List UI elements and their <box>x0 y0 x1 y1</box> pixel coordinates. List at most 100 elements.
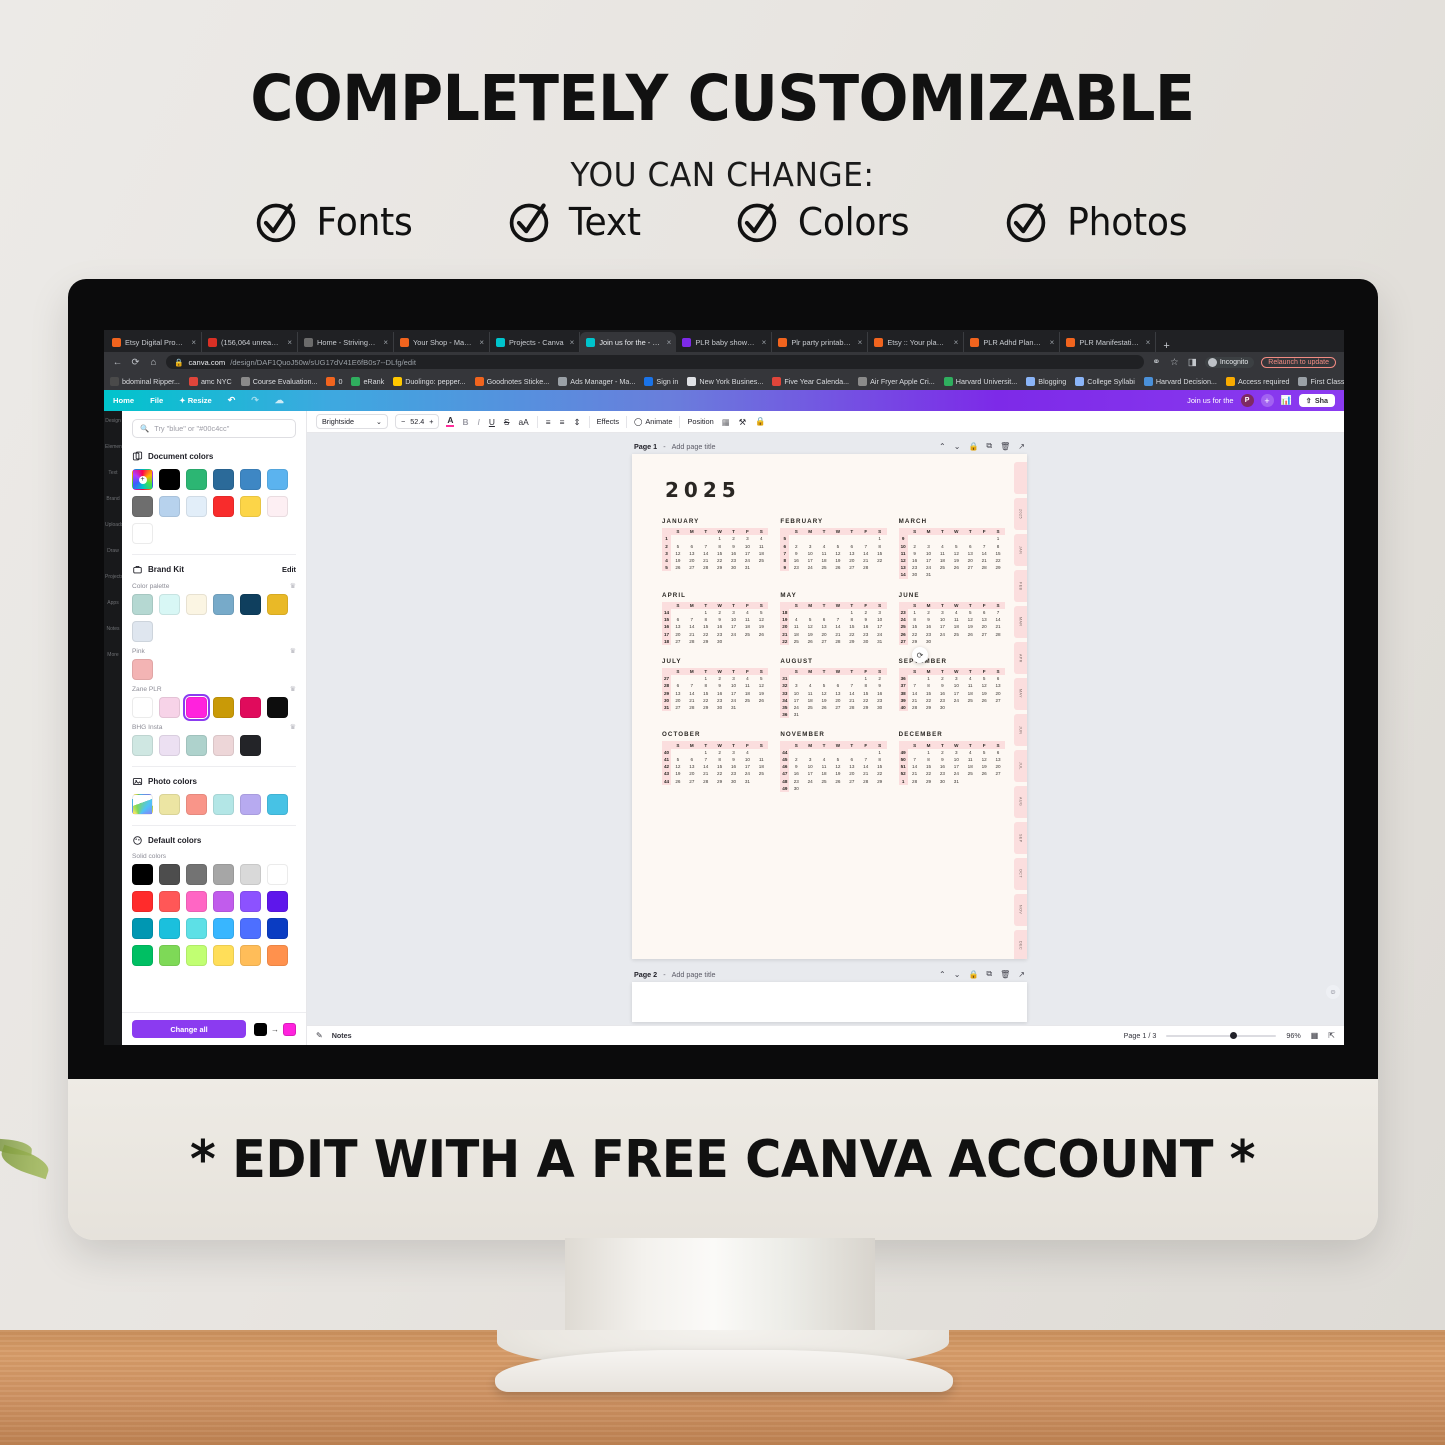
default-color-swatch[interactable] <box>267 945 288 966</box>
relaunch-update-button[interactable]: Relaunch to update <box>1261 356 1336 368</box>
bold-button[interactable]: B <box>461 417 469 427</box>
chevron-up-icon[interactable]: ⌃ <box>939 970 946 979</box>
brand-color-swatch[interactable] <box>267 594 288 615</box>
calendar-side-tabs[interactable]: 2025 JAN FEB MAR APR MAY JUN JUL AUG SEP OCT NOV DEC <box>1014 462 1027 959</box>
new-tab-button[interactable]: + <box>1156 340 1176 352</box>
bookmark-item[interactable]: First Class PLR M... <box>1298 376 1344 386</box>
photo-colors-swatches[interactable] <box>132 794 296 815</box>
italic-button[interactable]: I <box>477 417 481 427</box>
underline-button[interactable]: U <box>488 417 496 427</box>
align-icon[interactable]: ≡ <box>545 417 552 427</box>
expand-icon[interactable]: ↗ <box>1018 442 1025 451</box>
brand-color-swatch[interactable] <box>159 697 180 718</box>
browser-tab[interactable]: Your Shop - Manage Listing × <box>394 332 490 352</box>
photo-color-swatch[interactable] <box>213 794 234 815</box>
design-page-1[interactable]: 2025 JANUARY S M T W T F S 1 1 2 3 4 2 5 6 7 8 9 10 11 3 12 13 1… <box>632 454 1027 959</box>
bookmark-item[interactable]: Air Fryer Apple Cri... <box>858 376 935 386</box>
close-icon[interactable]: × <box>287 338 292 347</box>
canva-left-rail[interactable]: DesignElementsTextBrandUploads DrawProje… <box>104 411 122 1045</box>
calendar-side-tab[interactable]: NOV <box>1014 894 1027 926</box>
search-input[interactable]: 🔍 Try "blue" or "#00c4cc" <box>132 419 296 438</box>
default-color-swatch[interactable] <box>186 918 207 939</box>
browser-tab[interactable]: Home - Striving Potato × <box>298 332 394 352</box>
grid-view-icon[interactable]: ▦ <box>1311 1031 1319 1040</box>
lock-icon[interactable]: 🔒 <box>754 416 766 427</box>
browser-tab[interactable]: PLR Adhd Planner Editable × <box>964 332 1061 352</box>
brand-color-swatch[interactable] <box>132 659 153 680</box>
share-button[interactable]: ⇧ Sha <box>1298 394 1335 407</box>
close-icon[interactable]: × <box>858 338 863 347</box>
close-icon[interactable]: × <box>479 338 484 347</box>
browser-tab[interactable]: Etsy :: Your place to buy an × <box>868 332 965 352</box>
brand-color-swatch[interactable] <box>240 697 261 718</box>
brand-color-swatch[interactable] <box>213 697 234 718</box>
document-color-swatch[interactable] <box>213 469 234 490</box>
undo-icon[interactable]: ↶ <box>228 395 236 406</box>
delete-icon[interactable]: 🗑 <box>1000 970 1010 979</box>
brand-group-swatches[interactable] <box>132 735 296 756</box>
calendar-side-tab[interactable]: DEC <box>1014 930 1027 959</box>
brand-group-swatches[interactable] <box>132 694 296 721</box>
calendar-month[interactable]: APRIL S M T W T F S 14 1 2 3 4 5 15 6 7 8 9 10 11 12 16 13 14 15 1… <box>662 592 769 645</box>
transparency-icon[interactable]: ▦ <box>721 417 731 427</box>
default-color-swatch[interactable] <box>159 864 180 885</box>
default-color-swatch[interactable] <box>267 918 288 939</box>
calendar-side-tab[interactable]: OCT <box>1014 858 1027 890</box>
bookmark-item[interactable]: Duolingo: pepper... <box>393 376 466 386</box>
calendar-month[interactable]: MARCH S M T W T F S 9 1 10 2 3 4 5 6 7 8 11 9 10 11 12 13 14 15 12… <box>898 518 1005 579</box>
line-spacing-icon[interactable]: ⇕ <box>573 417 582 427</box>
close-icon[interactable]: × <box>570 338 575 347</box>
brand-color-swatch[interactable] <box>267 697 288 718</box>
font-size-stepper[interactable]: − 52.4 + <box>395 414 440 429</box>
insights-icon[interactable]: 📊 <box>1281 395 1292 406</box>
calendar-month[interactable]: SEPTEMBERSMTWTFS361234563778910111213381… <box>898 658 1005 719</box>
document-color-swatch[interactable] <box>267 469 288 490</box>
fullscreen-icon[interactable]: ⇱ <box>1328 1031 1335 1040</box>
file-menu[interactable]: File <box>150 396 163 405</box>
calendar-side-tab[interactable]: FEB <box>1014 570 1027 602</box>
avatar[interactable]: P <box>1240 394 1254 407</box>
calendar-month[interactable]: MAY S M T W T F S 18 1 2 3 19 4 5 6 7 8 9 10 20 11 12 13 14 15 16 1… <box>780 592 887 645</box>
default-colors-swatches[interactable] <box>132 864 296 966</box>
incognito-badge[interactable]: Incognito <box>1204 356 1255 368</box>
brand-color-swatch[interactable] <box>240 594 261 615</box>
bookmark-item[interactable]: Course Evaluation... <box>240 376 317 386</box>
add-member-icon[interactable]: + <box>1260 394 1274 407</box>
position-button[interactable]: Position <box>687 417 713 426</box>
bookmark-item[interactable]: Harvard Universit... <box>943 376 1017 386</box>
calendar-month[interactable]: AUGUST S M T W T F S 31 1 2 32 3 4 5 6 7 8 9 33 10 11 12 13 14 15… <box>780 658 887 719</box>
default-color-swatch[interactable] <box>132 891 153 912</box>
calendar-side-tab[interactable]: JAN <box>1014 534 1027 566</box>
document-color-swatch[interactable] <box>132 496 153 517</box>
year-title[interactable]: 2025 <box>665 478 741 502</box>
document-color-swatch[interactable] <box>186 496 207 517</box>
brand-group-swatches[interactable] <box>132 594 296 642</box>
calendar-side-tab[interactable]: JUL <box>1014 750 1027 782</box>
close-icon[interactable]: × <box>383 338 388 347</box>
bookmark-item[interactable]: Goodnotes Sticke... <box>474 376 549 386</box>
design-page-2[interactable] <box>632 982 1027 1022</box>
url-input[interactable]: 🔒 canva.com/design/DAF1QuoJ50w/sUG17dV41… <box>166 355 1144 369</box>
lock-icon[interactable]: 🔒 <box>968 970 978 979</box>
photo-color-swatch[interactable] <box>186 794 207 815</box>
calendar-side-tab[interactable]: MAR <box>1014 606 1027 638</box>
default-color-swatch[interactable] <box>159 945 180 966</box>
notes-button[interactable]: Notes <box>332 1031 352 1040</box>
change-from-swatch[interactable] <box>254 1022 267 1036</box>
document-color-swatch[interactable] <box>132 523 153 544</box>
zoom-slider[interactable] <box>1166 1031 1277 1039</box>
page-1-title[interactable]: Add page title <box>672 442 716 451</box>
calendar-month[interactable]: JANUARY S M T W T F S 1 1 2 3 4 2 5 6 7 8 9 10 11 3 12 13 14 15 16… <box>662 518 769 579</box>
zoom-level[interactable]: 96% <box>1286 1031 1300 1040</box>
calendar-month[interactable]: FEBRUARY S M T W T F S 5 1 6 2 3 4 5 6 7 8 7 9 10 11 12 13 14 15 8… <box>780 518 887 579</box>
chevron-down-icon[interactable]: ⌄ <box>954 442 961 451</box>
document-color-swatch[interactable] <box>240 496 261 517</box>
document-color-swatch[interactable]: + <box>132 469 153 490</box>
brand-color-swatch[interactable] <box>132 621 153 642</box>
refresh-icon[interactable]: ⟳ <box>912 647 928 663</box>
side-panel-icon[interactable]: ◨ <box>1187 357 1198 368</box>
expand-icon[interactable]: ↗ <box>1018 970 1025 979</box>
animate-button[interactable]: ◯ Animate <box>634 417 672 426</box>
document-color-swatch[interactable] <box>186 469 207 490</box>
photo-color-swatch[interactable] <box>240 794 261 815</box>
